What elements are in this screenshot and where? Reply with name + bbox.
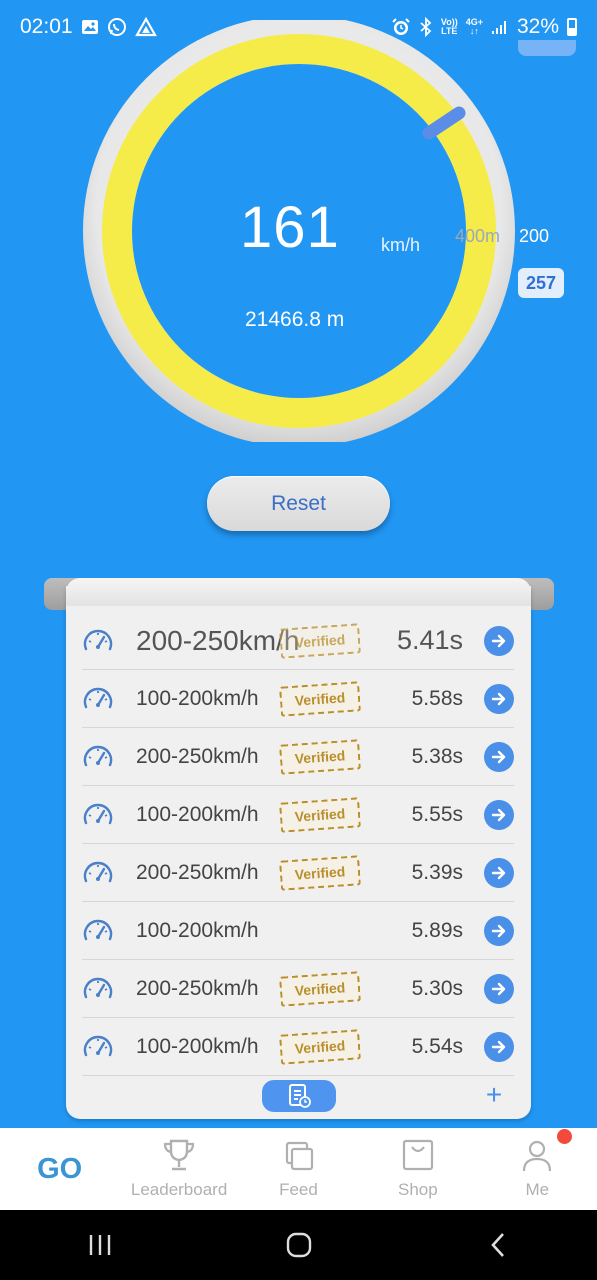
record-detail-button[interactable] [484,858,514,888]
record-time: 5.54s [411,1034,463,1058]
speedometer-icon [82,857,114,889]
nav-leaderboard-label: Leaderboard [130,1180,228,1199]
record-detail-button[interactable] [484,800,514,830]
record-speed-range: 100-200km/h [136,686,259,710]
record-speed-range: 200-250km/h [136,744,259,768]
distance-value: 21466.8 m [245,308,345,331]
record-speed-range: 200-250km/h [136,624,300,656]
arrow-right-icon [491,634,506,648]
back-icon [490,1233,504,1257]
record-detail-button[interactable] [484,974,514,1004]
arrow-right-icon [491,924,506,938]
record-time: 5.39s [411,860,463,884]
record-detail-button[interactable] [484,1032,514,1062]
trophy-icon [163,1139,195,1171]
record-time: 5.58s [411,686,463,710]
nav-shop-label: Shop [398,1180,438,1199]
nav-me[interactable]: Me [478,1128,597,1210]
record-time: 5.38s [411,744,463,768]
record-row[interactable]: 200-250km/h Verified 5.41s [82,612,514,670]
feed-icon [286,1141,314,1171]
nav-me-label: Me [525,1180,550,1199]
history-button[interactable] [262,1080,336,1112]
record-row[interactable]: 100-200km/h 5.89s [82,902,514,960]
arrow-right-icon [491,982,506,996]
record-list: 200-250km/h Verified 5.41s 100-200km/h Verif… [82,612,514,1076]
record-row[interactable]: 100-200km/h Verified 5.55s [82,786,514,844]
max-speed-badge: 257 [518,268,564,298]
home-icon [286,1232,311,1258]
speedometer-icon [82,683,114,715]
system-nav-bar [0,1210,597,1280]
record-detail-button[interactable] [484,742,514,772]
record-row[interactable]: 100-200km/h Verified 5.58s [82,670,514,728]
record-time: 5.89s [411,918,463,942]
record-row[interactable]: 100-200km/h Verified 5.54s [82,1018,514,1076]
add-button[interactable]: + [482,1079,506,1110]
battery-icon [567,18,577,36]
notification-dot [557,1129,572,1144]
record-row[interactable]: 200-250km/h Verified 5.39s [82,844,514,902]
back-button[interactable] [478,1225,518,1265]
recent-apps-button[interactable] [80,1225,120,1265]
arrow-right-icon [491,1040,506,1054]
arrow-right-icon [491,750,506,764]
battery-percent: 32% [516,15,559,38]
record-speed-range: 100-200km/h [136,802,259,826]
nav-go[interactable]: GO [0,1128,119,1210]
nav-leaderboard[interactable]: Leaderboard [119,1128,238,1210]
speedometer-icon [82,799,114,831]
nav-shop[interactable]: Shop [358,1128,477,1210]
verified-stamp: Verified [279,1029,361,1065]
person-icon [523,1140,552,1172]
nav-feed[interactable]: Feed [239,1128,358,1210]
nav-go-label: GO [37,1152,83,1185]
bottom-nav: GO Leaderboard Feed Shop Me [0,1128,597,1210]
record-speed-range: 200-250km/h [136,976,259,1000]
record-time: 5.55s [411,802,463,826]
speedometer-icon [82,1031,114,1063]
current-speed: 161 [240,195,340,260]
speedometer-icon [82,915,114,947]
record-row[interactable]: 200-250km/h Verified 5.38s [82,728,514,786]
distance-mode-label: 400m [455,226,501,246]
recent-apps-icon [89,1235,110,1255]
record-time: 5.41s [396,625,463,655]
speedometer-icon [82,625,114,657]
record-time: 5.30s [411,976,463,1000]
reset-button[interactable]: Reset [207,476,390,531]
top-right-tab[interactable] [518,40,576,56]
history-icon [289,1084,311,1108]
verified-stamp: Verified [279,855,361,891]
home-button[interactable] [279,1225,319,1265]
verified-stamp: Verified [279,971,361,1007]
verified-stamp: Verified [279,797,361,833]
verified-stamp: Verified [279,739,361,775]
arrow-right-icon [491,808,506,822]
record-speed-range: 100-200km/h [136,918,259,942]
verified-stamp: Verified [279,681,361,717]
record-detail-button[interactable] [484,684,514,714]
records-panel-top [66,578,531,606]
arrow-right-icon [491,692,506,706]
arrow-right-icon [491,866,506,880]
nav-feed-label: Feed [279,1180,318,1199]
shopping-bag-icon [402,1139,433,1171]
record-row[interactable]: 200-250km/h Verified 5.30s [82,960,514,1018]
record-speed-range: 100-200km/h [136,1034,259,1058]
record-speed-range: 200-250km/h [136,860,259,884]
target-speed: 200 [519,226,550,246]
speedometer-icon [82,741,114,773]
clock: 02:01 [20,15,73,38]
record-detail-button[interactable] [484,626,514,656]
record-detail-button[interactable] [484,916,514,946]
verified-stamp: Verified [279,623,361,659]
speedometer-icon [82,973,114,1005]
speed-unit: km/h [381,235,421,255]
